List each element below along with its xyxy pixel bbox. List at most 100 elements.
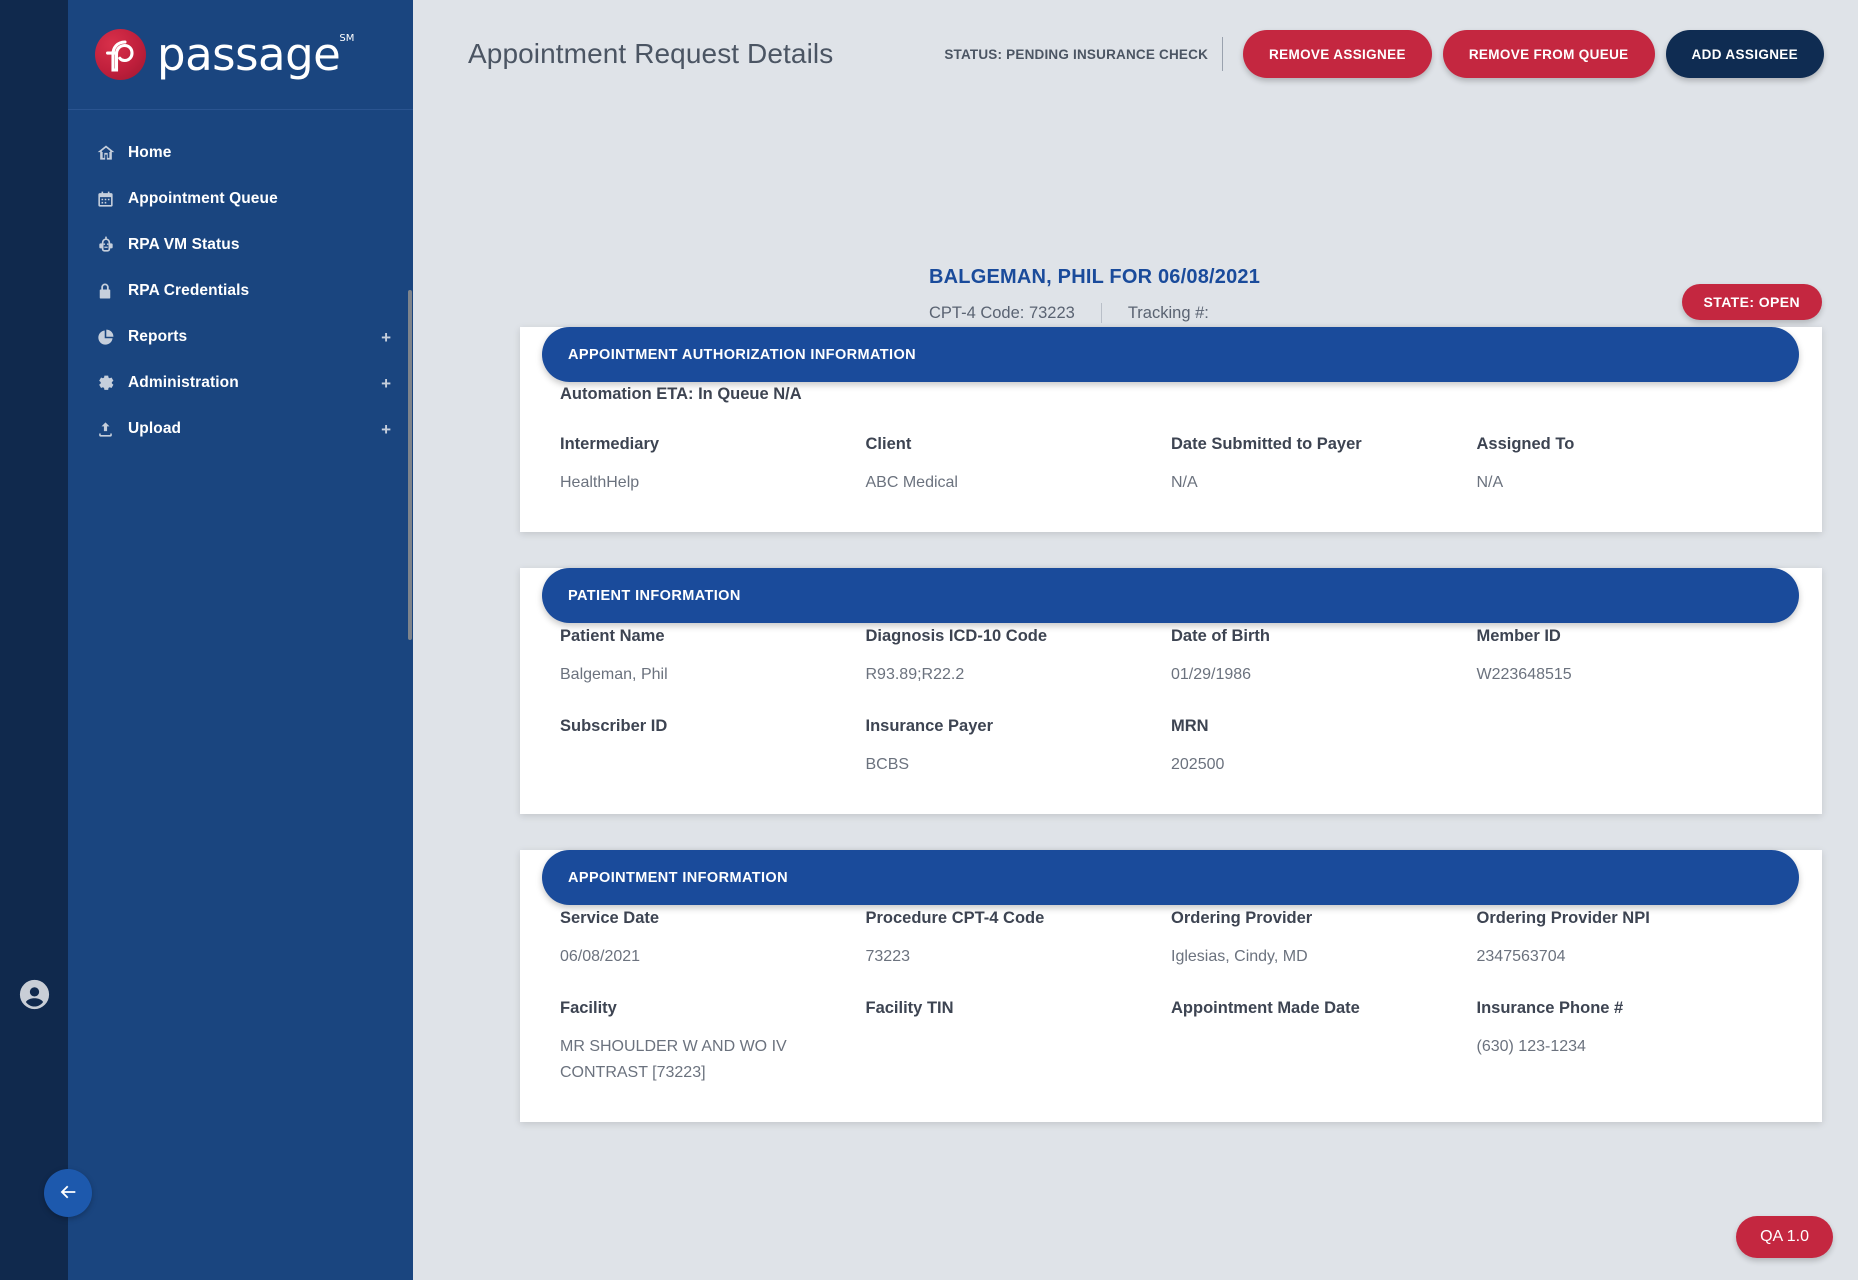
field-facility-tin: Facility TIN — [866, 998, 1172, 1086]
card-title: APPOINTMENT AUTHORIZATION INFORMATION — [542, 327, 1799, 382]
expand-icon[interactable]: + — [381, 421, 391, 438]
field-value: 01/29/1986 — [1171, 665, 1252, 683]
card-title: PATIENT INFORMATION — [542, 568, 1799, 624]
record-title: BALGEMAN, PHIL FOR 06/08/2021 — [929, 266, 1261, 288]
sidebar-item-label: Reports — [128, 328, 188, 345]
brand-name: passage SM — [157, 32, 354, 77]
field-row: Patient Name Balgeman, Phil Diagnosis IC… — [560, 626, 1782, 688]
record-header: BALGEMAN, PHIL FOR 06/08/2021 CPT-4 Code… — [413, 108, 1858, 323]
field-label: Insurance Phone # — [1476, 999, 1624, 1018]
main-content: Appointment Request Details STATUS: PEND… — [413, 0, 1858, 1280]
field-row: Intermediary HealthHelp Client ABC Medic… — [560, 434, 1782, 496]
card-patient-information: PATIENT INFORMATION Patient Name Balgema… — [520, 568, 1822, 815]
field-patient-name: Patient Name Balgeman, Phil — [560, 626, 866, 688]
field-ordering-provider: Ordering Provider Iglesias, Cindy, MD — [1171, 908, 1477, 970]
calendar-icon — [96, 190, 126, 209]
field-facility: Facility MR SHOULDER W AND WO IV CONTRAS… — [560, 998, 866, 1086]
sidebar-item-upload[interactable]: Upload + — [68, 406, 413, 452]
expand-icon[interactable]: + — [381, 375, 391, 392]
field-date-of-birth: Date of Birth 01/29/1986 — [1171, 626, 1477, 688]
field-insurance-payer: Insurance Payer BCBS — [866, 716, 1172, 778]
cards-container: APPOINTMENT AUTHORIZATION INFORMATION Au… — [413, 300, 1858, 1158]
field-label: Ordering Provider NPI — [1476, 909, 1650, 928]
status-divider — [1222, 37, 1224, 71]
left-rail — [0, 0, 68, 1280]
sidebar-item-label: Administration — [128, 374, 239, 391]
home-icon — [96, 143, 126, 163]
field-label: Date Submitted to Payer — [1171, 435, 1362, 453]
sidebar-scrollbar[interactable] — [408, 290, 412, 640]
sidebar-item-home[interactable]: Home — [68, 130, 413, 176]
field-appointment-made-date: Appointment Made Date — [1171, 998, 1477, 1086]
field-label: Ordering Provider — [1171, 909, 1313, 928]
sidebar-item-administration[interactable]: Administration + — [68, 360, 413, 406]
automation-eta: Automation ETA: In Queue N/A — [560, 385, 802, 403]
field-value: N/A — [1476, 473, 1504, 491]
field-label: Patient Name — [560, 627, 665, 646]
card-appointment-authorization: APPOINTMENT AUTHORIZATION INFORMATION Au… — [520, 327, 1822, 533]
field-row: Facility MR SHOULDER W AND WO IV CONTRAS… — [560, 998, 1782, 1086]
pie-chart-icon — [96, 328, 126, 347]
field-label: Date of Birth — [1171, 627, 1270, 646]
field-intermediary: Intermediary HealthHelp — [560, 434, 866, 496]
field-value: W223648515 — [1476, 665, 1572, 683]
passage-logo-icon — [95, 29, 146, 80]
field-value: BCBS — [865, 755, 910, 773]
field-label: Service Date — [560, 909, 660, 928]
sidebar-item-reports[interactable]: Reports + — [68, 314, 413, 360]
sidebar-item-label: Appointment Queue — [128, 190, 278, 207]
field-value: HealthHelp — [560, 473, 640, 491]
field-empty — [1477, 716, 1783, 778]
field-value: Iglesias, Cindy, MD — [1171, 947, 1308, 965]
sidebar-item-label: RPA VM Status — [128, 236, 240, 253]
remove-from-queue-button[interactable]: REMOVE FROM QUEUE — [1442, 30, 1655, 78]
field-label: Procedure CPT-4 Code — [865, 909, 1045, 928]
remove-assignee-button[interactable]: REMOVE ASSIGNEE — [1243, 30, 1432, 78]
sidebar-item-label: Upload — [128, 420, 182, 437]
field-label: Facility — [560, 999, 617, 1018]
field-value: 2347563704 — [1476, 947, 1566, 965]
field-label: Subscriber ID — [560, 717, 668, 736]
field-label: Intermediary — [560, 435, 660, 453]
brand-logo[interactable]: passage SM — [68, 0, 413, 110]
brand-trademark: SM — [339, 33, 355, 44]
field-assigned-to: Assigned To N/A — [1477, 434, 1783, 496]
field-ordering-provider-npi: Ordering Provider NPI 2347563704 — [1477, 908, 1783, 970]
expand-icon[interactable]: + — [381, 329, 391, 346]
page-title: Appointment Request Details — [468, 38, 834, 69]
gear-icon — [96, 374, 126, 393]
topbar-actions: STATUS: PENDING INSURANCE CHECK REMOVE A… — [944, 30, 1824, 78]
user-account-icon[interactable] — [17, 977, 52, 1012]
field-value: R93.89;R22.2 — [865, 665, 965, 683]
back-button[interactable] — [44, 1169, 92, 1217]
field-label: Facility TIN — [865, 999, 954, 1018]
upload-icon — [96, 420, 126, 439]
field-date-submitted-to-payer: Date Submitted to Payer N/A — [1171, 434, 1477, 496]
sidebar-nav: Home Appointment Queue RPA VM Status RPA… — [68, 110, 413, 452]
field-subscriber-id: Subscriber ID — [560, 716, 866, 778]
field-label: Insurance Payer — [865, 717, 994, 736]
sidebar-item-appointment-queue[interactable]: Appointment Queue — [68, 176, 413, 222]
robot-icon — [96, 235, 126, 255]
field-value: (630) 123-1234 — [1476, 1037, 1586, 1055]
field-value: MR SHOULDER W AND WO IV CONTRAST [73223] — [560, 1037, 787, 1082]
field-value: 73223 — [865, 947, 911, 965]
sidebar-item-rpa-vm-status[interactable]: RPA VM Status — [68, 222, 413, 268]
add-assignee-button[interactable]: ADD ASSIGNEE — [1665, 30, 1824, 78]
lock-icon — [96, 282, 126, 300]
sidebar-item-label: RPA Credentials — [128, 282, 250, 299]
field-value: N/A — [1171, 473, 1198, 491]
qa-version-badge[interactable]: QA 1.0 — [1736, 1216, 1833, 1258]
field-row: Service Date 06/08/2021 Procedure CPT-4 … — [560, 908, 1782, 970]
field-label: Assigned To — [1476, 435, 1575, 453]
field-value: 202500 — [1171, 755, 1225, 773]
brand-name-text: passage — [157, 28, 341, 81]
card-title: APPOINTMENT INFORMATION — [542, 850, 1799, 906]
field-value: Balgeman, Phil — [560, 665, 668, 683]
field-label: Client — [865, 435, 912, 453]
field-insurance-phone: Insurance Phone # (630) 123-1234 — [1477, 998, 1783, 1086]
field-mrn: MRN 202500 — [1171, 716, 1477, 778]
field-value: 06/08/2021 — [560, 947, 641, 965]
sidebar-item-rpa-credentials[interactable]: RPA Credentials — [68, 268, 413, 314]
topbar: Appointment Request Details STATUS: PEND… — [413, 0, 1858, 108]
